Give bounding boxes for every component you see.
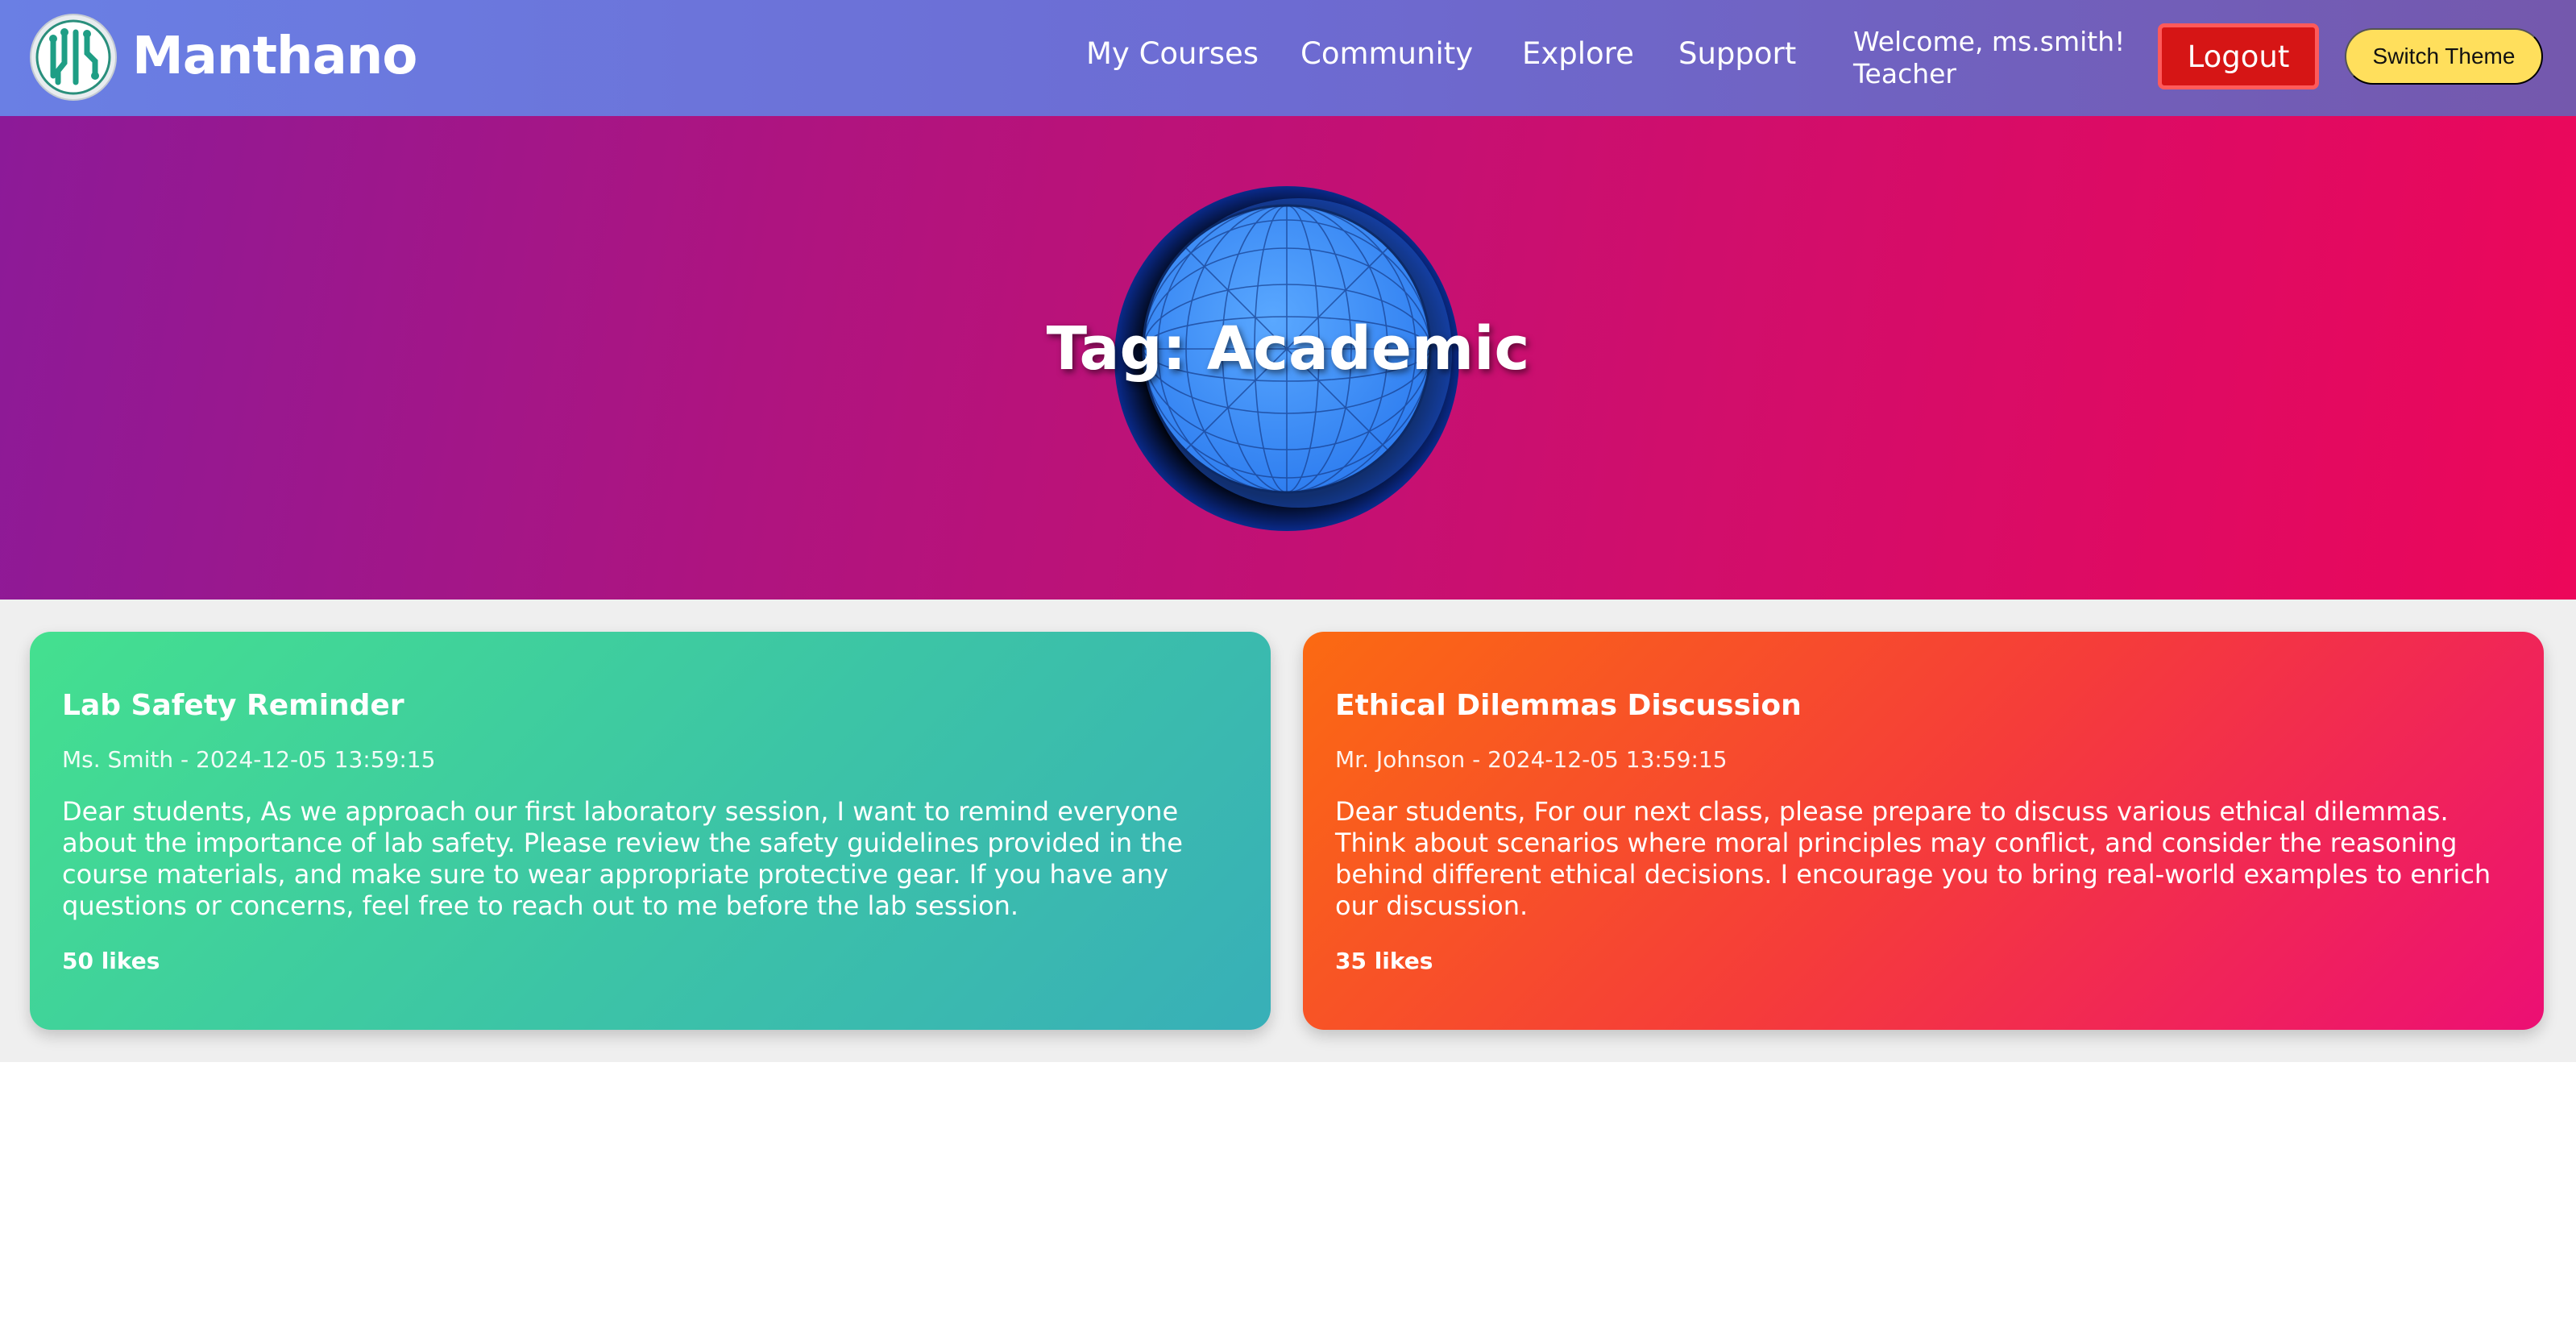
tag-title: Tag: Academic: [1046, 314, 1530, 384]
tag-hero-banner: Tag: Academic: [0, 116, 2576, 600]
nav-my-courses[interactable]: My Courses: [1086, 39, 1259, 68]
brand-name[interactable]: Manthano: [132, 31, 417, 82]
nav-support[interactable]: Support: [1678, 39, 1796, 68]
post-body: Dear students, For our next class, pleas…: [1335, 796, 2491, 921]
welcome-message: Welcome, ms.smith! Teacher: [1853, 26, 2125, 90]
post-card-ethical-dilemmas[interactable]: Ethical Dilemmas Discussion Mr. Johnson …: [1303, 632, 2544, 1030]
switch-theme-button[interactable]: Switch Theme: [2345, 28, 2543, 85]
post-title[interactable]: Lab Safety Reminder: [62, 691, 404, 720]
logout-button[interactable]: Logout: [2158, 23, 2319, 89]
posts-grid: Lab Safety Reminder Ms. Smith - 2024-12-…: [0, 600, 2576, 1062]
welcome-role: Teacher: [1853, 58, 1957, 89]
top-navbar: Manthano My Courses Community Explore Su…: [0, 0, 2576, 116]
post-likes[interactable]: 35 likes: [1335, 948, 1433, 974]
nav-explore[interactable]: Explore: [1522, 39, 1634, 68]
welcome-username: Welcome, ms.smith!: [1853, 26, 2126, 57]
post-meta: Ms. Smith - 2024-12-05 13:59:15: [62, 746, 436, 773]
circuit-brain-logo-icon[interactable]: [29, 13, 118, 102]
post-card-lab-safety[interactable]: Lab Safety Reminder Ms. Smith - 2024-12-…: [30, 632, 1271, 1030]
post-body: Dear students, As we approach our first …: [62, 796, 1183, 921]
post-likes[interactable]: 50 likes: [62, 948, 160, 974]
post-title[interactable]: Ethical Dilemmas Discussion: [1335, 691, 1802, 720]
post-meta: Mr. Johnson - 2024-12-05 13:59:15: [1335, 746, 1728, 773]
nav-community[interactable]: Community: [1300, 39, 1473, 68]
